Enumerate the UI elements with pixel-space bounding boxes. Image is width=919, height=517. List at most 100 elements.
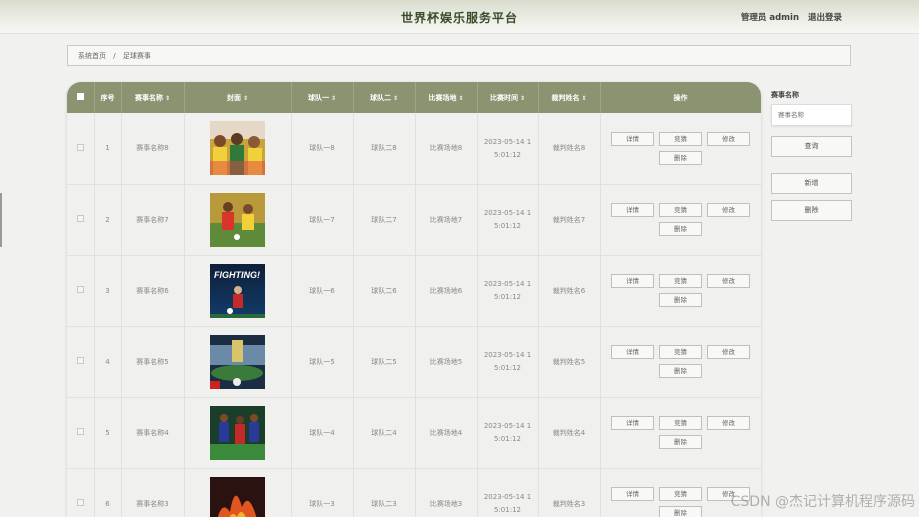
- row-select-cell: [67, 113, 95, 185]
- watermark: CSDN @杰记计算机程序源码: [730, 494, 915, 510]
- delete-button[interactable]: 删除: [659, 293, 702, 307]
- cover-image: [210, 192, 265, 247]
- batch-delete-button[interactable]: 删除: [771, 200, 852, 221]
- team-two: 球队二4: [353, 397, 416, 469]
- table-row[interactable]: 1 赛事名称8 球队一8 球队二8 比赛场地8 2023-05-14 1 5:01:12 裁判…: [67, 113, 761, 185]
- sort-icon[interactable]: ⇕: [520, 95, 525, 102]
- venue: 比赛场地4: [415, 397, 478, 469]
- delete-button[interactable]: 删除: [659, 364, 702, 378]
- detail-button[interactable]: 详情: [611, 345, 654, 359]
- actions-cell: 详情 竞猜 修改 删除: [600, 397, 761, 469]
- delete-button[interactable]: 删除: [659, 506, 702, 517]
- sort-icon[interactable]: ⇕: [331, 95, 336, 102]
- detail-button[interactable]: 详情: [611, 487, 654, 501]
- sort-icon[interactable]: ⇕: [458, 95, 463, 102]
- query-button[interactable]: 查询: [771, 136, 852, 157]
- table-body: 1 赛事名称8 球队一8 球队二8 比赛场地8 2023-05-14 1 5:01:12 裁判…: [67, 113, 761, 517]
- row-actions: 详情 竞猜 修改 删除: [605, 203, 757, 236]
- sort-icon[interactable]: ⇕: [393, 95, 398, 102]
- row-checkbox[interactable]: [76, 215, 84, 222]
- search-input[interactable]: [771, 104, 852, 126]
- column-header[interactable]: 球队一 ⇕: [291, 82, 354, 113]
- detail-button[interactable]: 详情: [611, 203, 654, 217]
- column-header[interactable]: 赛事名称 ⇕: [121, 82, 185, 113]
- table-row[interactable]: 2 赛事名称7 球队一7 球队二7 比赛场地7 2023-05-14 1 5:01:12 裁判…: [67, 184, 761, 256]
- row-select-cell: [67, 184, 95, 256]
- match-time: 2023-05-14 1 5:01:12: [477, 397, 539, 469]
- edit-button[interactable]: 修改: [707, 274, 750, 288]
- match-time-line1: 2023-05-14 1: [483, 422, 532, 430]
- table-row[interactable]: 3 赛事名称6 FIGHTING! 球队一6 球队二6 比赛场地6 2023-05-14 1…: [67, 255, 761, 327]
- bid-button[interactable]: 竞猜: [659, 274, 702, 288]
- match-time: 2023-05-14 1 5:01:12: [477, 113, 539, 185]
- table-row[interactable]: 5 赛事名称4 球队一4 球队二4 比赛场地4 2023-05-14 1 5:01:12 裁判…: [67, 397, 761, 469]
- detail-button[interactable]: 详情: [611, 416, 654, 430]
- column-header[interactable]: 比赛时间 ⇕: [477, 82, 539, 113]
- actions-cell: 详情 竞猜 修改 删除: [600, 255, 761, 327]
- select-all-checkbox[interactable]: [76, 93, 84, 100]
- column-header[interactable]: 球队二 ⇕: [353, 82, 416, 113]
- breadcrumb-separator: /: [113, 52, 116, 60]
- row-actions: 详情 竞猜 修改 删除: [605, 416, 757, 449]
- row-checkbox[interactable]: [76, 357, 84, 364]
- bid-button[interactable]: 竞猜: [659, 416, 702, 430]
- bid-button[interactable]: 竞猜: [659, 345, 702, 359]
- sort-icon[interactable]: ⇕: [581, 95, 586, 102]
- edit-button[interactable]: 修改: [707, 203, 750, 217]
- row-checkbox[interactable]: [76, 143, 84, 151]
- table-row[interactable]: 6 赛事名称3 球队一3 球队二3 比赛场地3 2023-05-14 1 5:01:12 裁判…: [67, 468, 761, 517]
- sort-icon[interactable]: ⇕: [165, 95, 170, 102]
- delete-button[interactable]: 删除: [659, 222, 702, 236]
- row-actions: 详情 竞猜 修改 删除: [605, 345, 757, 378]
- detail-button[interactable]: 详情: [611, 131, 654, 146]
- bid-button[interactable]: 竞猜: [659, 487, 702, 501]
- venue: 比赛场地7: [415, 184, 478, 256]
- actions-cell: 详情 竞猜 修改 删除: [600, 113, 761, 185]
- column-header-label: 比赛场地: [428, 93, 457, 102]
- team-two: 球队二8: [353, 113, 416, 185]
- row-select-cell: [67, 326, 95, 398]
- column-header-label: 操作: [673, 93, 688, 102]
- bid-button[interactable]: 竞猜: [659, 203, 702, 217]
- event-name: 赛事名称3: [121, 468, 185, 517]
- row-index: 5: [94, 397, 122, 469]
- column-header[interactable]: 裁判姓名 ⇕: [538, 82, 601, 113]
- edit-button[interactable]: 修改: [707, 345, 750, 359]
- cover-image: [210, 121, 265, 176]
- row-index: 2: [94, 184, 122, 256]
- team-one: 球队一4: [291, 397, 354, 469]
- add-button[interactable]: 新增: [771, 173, 852, 194]
- column-header-label: 序号: [100, 93, 115, 102]
- sort-icon[interactable]: ⇕: [243, 95, 248, 102]
- row-index: 4: [94, 326, 122, 398]
- row-checkbox[interactable]: [76, 286, 84, 293]
- detail-button[interactable]: 详情: [611, 274, 654, 288]
- referee-name: 裁判姓名3: [538, 468, 601, 517]
- referee-name: 裁判姓名6: [538, 255, 601, 327]
- edit-button[interactable]: 修改: [707, 131, 750, 146]
- column-header-label: 球队二: [369, 93, 391, 102]
- table-row[interactable]: 4 赛事名称5 球队一5 球队二5 比赛场地5 2023-05-14 1 5:01:12 裁判…: [67, 326, 761, 398]
- column-header-label: 裁判姓名: [551, 93, 580, 102]
- data-table: 序号 赛事名称 ⇕ 封面 ⇕ 球队一 ⇕ 球队二 ⇕ 比赛场地 ⇕ 比赛时间 ⇕ 裁判姓名 ⇕ 操作 1 赛事名…: [67, 82, 761, 517]
- column-header: 序号: [94, 82, 122, 113]
- row-actions: 详情 竞猜 修改 删除: [605, 274, 757, 307]
- column-header[interactable]: 封面 ⇕: [184, 82, 292, 113]
- delete-button[interactable]: 删除: [659, 150, 702, 165]
- bid-button[interactable]: 竞猜: [659, 131, 702, 146]
- row-checkbox[interactable]: [76, 499, 84, 506]
- breadcrumb-home[interactable]: 系统首页: [78, 52, 106, 60]
- delete-button[interactable]: 删除: [659, 435, 702, 449]
- team-one: 球队一3: [291, 468, 354, 517]
- row-index: 6: [94, 468, 122, 517]
- edit-button[interactable]: 修改: [707, 416, 750, 430]
- row-index: 1: [94, 113, 122, 185]
- match-time-line1: 2023-05-14 1: [483, 351, 532, 359]
- match-time: 2023-05-14 1 5:01:12: [477, 255, 539, 327]
- window-edge: [0, 193, 2, 247]
- match-time-line2: 5:01:12: [494, 364, 521, 372]
- cover-image: FIGHTING!: [210, 263, 265, 318]
- row-checkbox[interactable]: [76, 428, 84, 435]
- logout-link[interactable]: 退出登录: [808, 13, 842, 23]
- column-header[interactable]: 比赛场地 ⇕: [415, 82, 478, 113]
